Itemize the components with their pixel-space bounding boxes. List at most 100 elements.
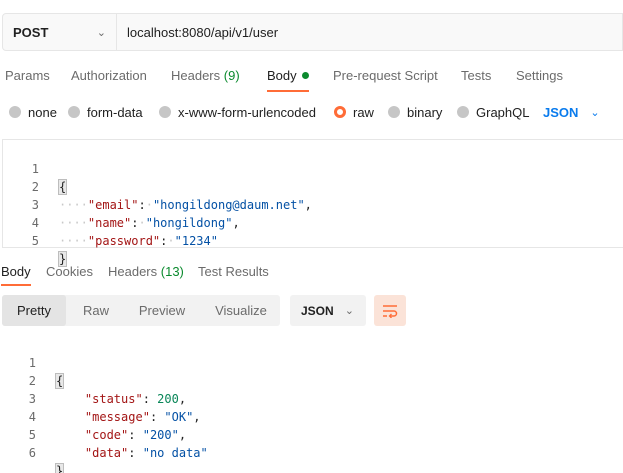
json-punct: , <box>178 392 187 406</box>
chevron-down-icon: ⌄ <box>96 26 106 39</box>
code-text: { <box>54 372 65 390</box>
code-text: ····"password":·"1234" <box>59 234 218 248</box>
radio-binary[interactable]: binary <box>388 101 442 123</box>
tab-response-headers[interactable]: Headers (13) <box>108 262 184 286</box>
radio-circle <box>388 106 400 118</box>
radio-circle <box>9 106 21 118</box>
code-line: 2 ····"email":·"hongildong@daum.net", <box>3 160 312 212</box>
body-language-select[interactable]: JSON ⌄ <box>543 101 600 123</box>
tab-label: Settings <box>516 68 563 83</box>
radio-circle <box>457 106 469 118</box>
http-method-label: POST <box>13 24 49 40</box>
view-pretty-button[interactable]: Pretty <box>2 295 66 326</box>
request-tabs: Params Authorization Headers (9) Body Pr… <box>0 64 623 92</box>
json-key: "data" <box>84 446 129 460</box>
json-key: "password" <box>87 234 161 248</box>
tab-response-body[interactable]: Body <box>1 262 31 286</box>
radio-graphql[interactable]: GraphQL <box>457 101 529 123</box>
active-tab-underline <box>267 90 309 92</box>
json-value: "hongildong@daum.net" <box>152 198 305 212</box>
tab-pre-request-script[interactable]: Pre-request Script <box>333 64 438 90</box>
tab-cookies[interactable]: Cookies <box>46 262 93 286</box>
tab-label: Headers <box>171 68 221 83</box>
wrap-lines-button[interactable] <box>374 295 406 326</box>
json-value: "no data" <box>142 446 208 460</box>
radio-label: none <box>28 104 57 120</box>
code-line: 1 { <box>0 336 65 389</box>
request-body-editor[interactable]: 1 { 2 ····"email":·"hongildong@daum.net"… <box>2 139 623 267</box>
body-indicator-dot <box>301 72 309 79</box>
close-brace: } <box>54 463 65 473</box>
tab-label: Headers <box>108 264 158 279</box>
radio-label: x-www-form-urlencoded <box>178 104 316 120</box>
body-language-label: JSON <box>543 104 579 120</box>
view-raw-button[interactable]: Raw <box>66 295 126 326</box>
tab-label: Params <box>5 68 50 83</box>
view-mode-bar: Pretty Raw Preview Visualize <box>2 295 280 326</box>
json-key: "name" <box>87 216 132 230</box>
code-text: "data": "no data" <box>84 446 208 460</box>
tab-authorization[interactable]: Authorization <box>71 64 147 90</box>
tab-label: Cookies <box>46 264 93 279</box>
json-punct: , <box>193 410 201 424</box>
tab-tests[interactable]: Tests <box>461 64 491 90</box>
open-brace: { <box>54 373 65 389</box>
response-headers-count-badge: (13) <box>160 264 184 279</box>
radio-label: form-data <box>87 104 143 120</box>
json-key: "message" <box>84 410 150 424</box>
code-line: 3 ····"name":·"hongildong", <box>3 178 240 230</box>
radio-label: GraphQL <box>476 104 530 120</box>
json-key: "status" <box>84 392 143 406</box>
radio-x-www-form-urlencoded[interactable]: x-www-form-urlencoded <box>159 101 316 123</box>
json-key: "email" <box>87 198 139 212</box>
wrap-lines-icon <box>383 304 398 318</box>
request-url-bar: POST ⌄ localhost:8080/api/v1/user <box>2 13 623 51</box>
tab-label: Authorization <box>71 68 147 83</box>
json-value: "200" <box>142 428 179 442</box>
code-line: 4 ····"password":·"1234" <box>3 196 218 248</box>
code-text: "code": "200", <box>84 428 187 442</box>
tab-params[interactable]: Params <box>5 64 50 90</box>
response-body-viewer: 1 { 2 "status": 200, 3 "message": "OK", … <box>0 336 623 473</box>
code-line: 5 } <box>3 214 68 267</box>
url-input[interactable]: localhost:8080/api/v1/user <box>117 14 622 50</box>
response-format-select[interactable]: JSON ⌄ <box>290 295 366 326</box>
code-text: "status": 200, <box>84 392 187 406</box>
json-punct: , <box>232 216 240 230</box>
code-text: ····"email":·"hongildong@daum.net", <box>59 198 312 212</box>
code-text: { <box>57 178 68 196</box>
tab-label: Tests <box>461 68 492 83</box>
code-line: 1 { <box>3 142 68 195</box>
http-method-select[interactable]: POST ⌄ <box>3 14 117 50</box>
radio-none[interactable]: none <box>9 101 57 123</box>
tab-label: Test Results <box>198 264 269 279</box>
tab-settings[interactable]: Settings <box>516 64 563 90</box>
tab-headers[interactable]: Headers (9) <box>171 64 240 90</box>
json-value: "1234" <box>174 234 218 248</box>
code-line: 2 "status": 200, <box>0 354 186 406</box>
response-tabs: Body Cookies Headers (13) Test Results <box>0 262 623 286</box>
json-key: "code" <box>84 428 129 442</box>
view-visualize-button[interactable]: Visualize <box>202 295 280 326</box>
tab-label: Body <box>1 264 31 279</box>
code-line: 5 "data": "no data" <box>0 408 208 460</box>
radio-form-data[interactable]: form-data <box>68 101 143 123</box>
code-text: "message": "OK", <box>84 410 201 424</box>
code-text: ····"name":·"hongildong", <box>59 216 240 230</box>
json-punct: , <box>178 428 187 442</box>
tab-body[interactable]: Body <box>267 64 309 92</box>
code-line: 6 } <box>0 426 65 473</box>
view-preview-button[interactable]: Preview <box>126 295 198 326</box>
code-text: } <box>54 462 65 473</box>
line-number: 5 <box>31 234 39 248</box>
response-format-label: JSON <box>301 303 334 318</box>
tab-label: Body <box>267 68 297 83</box>
tab-test-results[interactable]: Test Results <box>198 262 269 286</box>
json-value: "OK" <box>164 410 194 424</box>
tab-label: Pre-request Script <box>333 68 438 83</box>
json-punct: , <box>304 198 312 212</box>
active-tab-underline <box>1 284 31 286</box>
radio-circle-selected <box>334 106 346 118</box>
body-type-selector: none form-data x-www-form-urlencoded raw… <box>0 101 623 123</box>
radio-raw[interactable]: raw <box>334 101 374 123</box>
